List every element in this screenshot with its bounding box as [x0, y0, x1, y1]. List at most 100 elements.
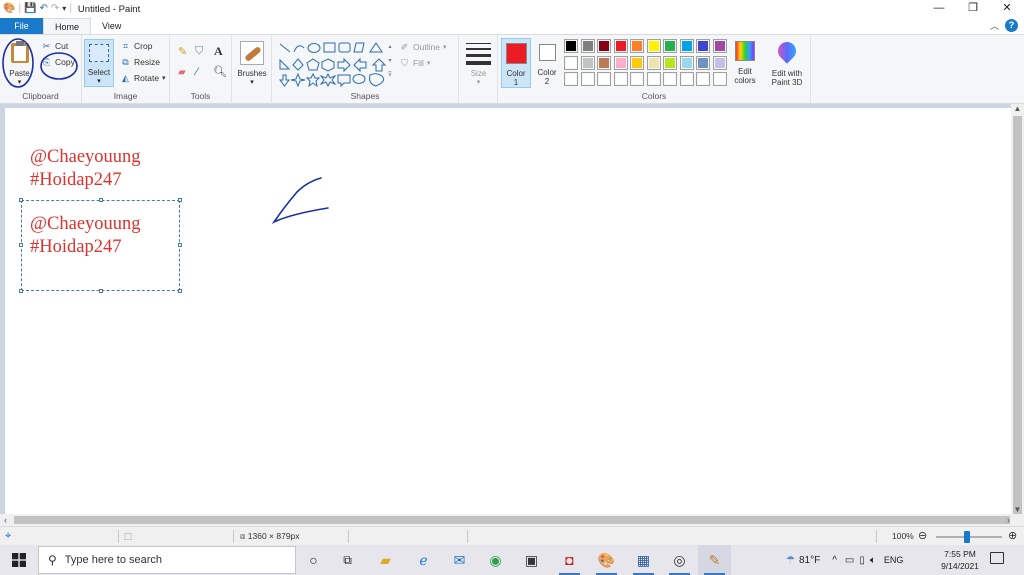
- color2-button[interactable]: Color 2: [533, 38, 561, 88]
- paint-active-taskbar-icon[interactable]: ✎: [698, 545, 731, 575]
- selection-handle-sw[interactable]: [19, 289, 23, 293]
- size-button[interactable]: Size ▾: [461, 39, 496, 89]
- cut-button[interactable]: ✂ Cut: [41, 41, 69, 51]
- color-picker-icon[interactable]: ⁄: [196, 66, 198, 78]
- network-icon[interactable]: ▭: [845, 555, 854, 566]
- palette-swatch-row1-8[interactable]: [696, 39, 710, 53]
- redo-icon[interactable]: ↷: [51, 3, 59, 15]
- language-indicator[interactable]: ENG: [884, 555, 904, 565]
- select-button[interactable]: Select ▾: [84, 39, 114, 87]
- palette-swatch-row3-1[interactable]: [580, 72, 595, 86]
- palette-swatch-row1-5[interactable]: [646, 39, 661, 53]
- vertical-scroll-thumb[interactable]: [1013, 116, 1022, 514]
- scroll-up-icon[interactable]: ▲: [1011, 104, 1024, 113]
- palette-swatch-row2-3[interactable]: [613, 55, 628, 70]
- horizontal-scroll-thumb[interactable]: [14, 516, 1010, 524]
- outline-button[interactable]: ✐ Outline ▾: [399, 42, 447, 52]
- scroll-right-icon[interactable]: ›: [1007, 514, 1010, 526]
- eraser-icon[interactable]: ▰: [178, 67, 186, 78]
- palette-swatch-row3-7[interactable]: [679, 72, 694, 86]
- crop-button[interactable]: ⌗ Crop: [120, 41, 152, 51]
- selection-handle-n[interactable]: [99, 198, 103, 202]
- mail-icon[interactable]: ✉: [443, 545, 476, 575]
- selection-handle-e[interactable]: [178, 243, 182, 247]
- start-button[interactable]: [0, 545, 38, 575]
- palette-swatch-row1-7[interactable]: [679, 39, 694, 53]
- selection-box[interactable]: @Chaeyouung #Hoidap247: [19, 198, 182, 293]
- minimize-button[interactable]: —: [922, 0, 956, 18]
- restore-button[interactable]: ❐: [956, 0, 990, 18]
- fill-button[interactable]: ⛉ Fill ▾: [399, 58, 430, 68]
- paint-app-icon[interactable]: 🎨: [3, 3, 15, 15]
- tab-home[interactable]: Home: [43, 18, 92, 34]
- palette-swatch-row3-6[interactable]: [663, 72, 677, 86]
- app-icon-red[interactable]: ◘: [553, 545, 586, 575]
- rotate-dropdown-icon[interactable]: ▾: [162, 74, 166, 82]
- selection-handle-ne[interactable]: [178, 198, 182, 202]
- selection-handle-nw[interactable]: [19, 198, 23, 202]
- edge-icon[interactable]: ◉: [479, 545, 512, 575]
- palette-swatch-row1-1[interactable]: [580, 39, 595, 53]
- zoom-out-icon[interactable]: ⊖: [918, 527, 927, 546]
- selection-handle-s[interactable]: [99, 289, 103, 293]
- palette-swatch-row2-0[interactable]: [564, 55, 578, 70]
- palette-swatch-row2-9[interactable]: [712, 55, 727, 70]
- palette-swatch-row3-9[interactable]: [712, 72, 727, 86]
- scroll-down-icon[interactable]: ▼: [1011, 505, 1024, 514]
- palette-swatch-row3-8[interactable]: [696, 72, 710, 86]
- paint-taskbar-icon[interactable]: 🎨: [590, 545, 623, 575]
- shapes-gallery[interactable]: [278, 40, 390, 88]
- volume-icon[interactable]: 🔈︎: [870, 555, 876, 566]
- brushes-button[interactable]: Brushes ▾: [234, 39, 270, 89]
- selection-handle-w[interactable]: [19, 243, 23, 247]
- zoom-slider-thumb[interactable]: [964, 531, 970, 543]
- palette-swatch-row2-5[interactable]: [646, 55, 661, 70]
- palette-swatch-row1-6[interactable]: [663, 39, 677, 53]
- horizontal-scrollbar[interactable]: ‹ ›: [0, 514, 1024, 526]
- palette-swatch-row2-8[interactable]: [696, 55, 710, 70]
- close-button[interactable]: ✕: [990, 0, 1024, 18]
- file-explorer-icon[interactable]: ▰: [369, 545, 402, 575]
- tab-file[interactable]: File: [0, 18, 43, 34]
- shapes-scroll[interactable]: ▴ ▾ ⊽: [386, 40, 394, 86]
- palette-swatch-row3-5[interactable]: [646, 72, 661, 86]
- zoom-slider[interactable]: [936, 531, 1002, 543]
- palette-swatch-row2-1[interactable]: [580, 55, 595, 70]
- palette-swatch-row1-9[interactable]: [712, 39, 727, 53]
- palette-swatch-row2-7[interactable]: [679, 55, 694, 70]
- customize-arrow-icon[interactable]: ▾: [62, 3, 66, 15]
- zoom-in-icon[interactable]: ⊕: [1008, 527, 1017, 546]
- selection-handle-se[interactable]: [178, 289, 182, 293]
- calculator-icon[interactable]: ▦: [627, 545, 660, 575]
- text-icon[interactable]: A: [214, 44, 223, 59]
- internet-explorer-icon[interactable]: ℯ: [407, 545, 440, 575]
- battery-icon[interactable]: ▯: [859, 555, 865, 566]
- clock[interactable]: 7:55 PM 9/14/2021: [934, 548, 986, 572]
- notifications-icon[interactable]: [990, 552, 1004, 564]
- palette-swatch-row1-3[interactable]: [613, 39, 628, 53]
- rotate-button[interactable]: ◭ Rotate ▾: [120, 73, 166, 83]
- task-view-icon[interactable]: ⧉: [331, 545, 364, 575]
- edit-with-paint3d-button[interactable]: Edit with Paint 3D: [764, 38, 810, 89]
- select-dropdown-icon[interactable]: ▾: [85, 77, 113, 85]
- palette-swatch-row2-4[interactable]: [630, 55, 644, 70]
- store-icon[interactable]: ▣: [515, 545, 548, 575]
- drawing-canvas[interactable]: @Chaeyouung #Hoidap247 @Chaeyouung #Hoid…: [5, 108, 1011, 514]
- weather-icon[interactable]: ☂: [786, 555, 795, 566]
- pencil-icon[interactable]: ✎: [178, 45, 187, 58]
- scroll-left-icon[interactable]: ‹: [4, 514, 7, 526]
- help-icon[interactable]: ?: [1005, 19, 1018, 32]
- tab-view[interactable]: View: [91, 18, 132, 34]
- show-hidden-icons-icon[interactable]: ^: [832, 555, 837, 566]
- palette-swatch-row3-0[interactable]: [564, 72, 578, 86]
- media-player-icon[interactable]: ◎: [663, 545, 696, 575]
- edit-colors-button[interactable]: Edit colors: [730, 39, 760, 89]
- taskbar-search[interactable]: ⚲ Type here to search: [38, 546, 296, 574]
- copy-button[interactable]: ⎘ Copy: [40, 52, 78, 80]
- palette-swatch-row2-6[interactable]: [663, 55, 677, 70]
- color1-button[interactable]: Color 1: [501, 38, 531, 88]
- palette-swatch-row1-4[interactable]: [630, 39, 644, 53]
- palette-swatch-row3-3[interactable]: [613, 72, 628, 86]
- save-icon[interactable]: 💾: [24, 3, 36, 15]
- vertical-scrollbar[interactable]: ▲ ▼: [1011, 104, 1024, 514]
